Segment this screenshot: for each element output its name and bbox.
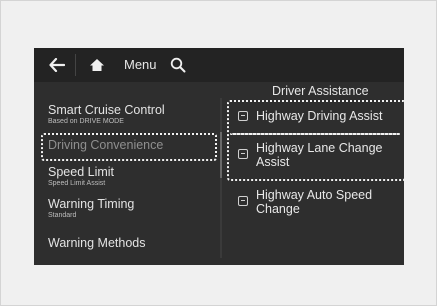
divider — [230, 133, 400, 135]
figure-frame: Menu Driver Assistance Smart Cruise Cont… — [0, 0, 437, 306]
menu-button[interactable]: Menu — [124, 57, 157, 72]
menu-item-sublabel: Standard — [48, 212, 77, 219]
section-title: Driver Assistance — [272, 84, 369, 98]
menu-item-label: Warning Timing — [48, 197, 135, 211]
home-button[interactable] — [82, 48, 112, 82]
menu-item-sublabel: Based on DRIVE MODE — [48, 118, 124, 125]
selected-highlight — [41, 133, 217, 161]
menu-item-warning-timing[interactable]: Warning Timing Standard — [48, 197, 134, 220]
menu-item-speed-limit[interactable]: Speed Limit Speed Limit Assist — [48, 165, 114, 188]
back-button[interactable] — [42, 48, 72, 82]
checkbox[interactable] — [238, 196, 248, 206]
top-bar: Menu — [34, 48, 404, 82]
menu-item-label: Warning Methods — [48, 236, 146, 250]
home-icon — [90, 59, 104, 71]
menu-item-warning-methods[interactable]: Warning Methods — [48, 236, 146, 250]
scrollbar-thumb[interactable] — [220, 132, 222, 178]
search-icon — [170, 57, 186, 73]
menu-item-smart-cruise-control[interactable]: Smart Cruise Control Based on DRIVE MODE — [48, 103, 165, 126]
infotainment-screen: Menu Driver Assistance Smart Cruise Cont… — [34, 48, 404, 265]
highlight-outline — [227, 100, 404, 181]
menu-item-label: Speed Limit — [48, 165, 115, 179]
scrollbar[interactable] — [220, 98, 222, 258]
settings-menu: Smart Cruise Control Based on DRIVE MODE… — [34, 98, 218, 265]
option-label: Highway Auto Speed Change — [256, 188, 373, 216]
menu-item-sublabel: Speed Limit Assist — [48, 180, 106, 187]
menu-item-label: Smart Cruise Control — [48, 103, 165, 117]
search-button[interactable] — [165, 48, 191, 82]
divider — [75, 54, 76, 76]
option-highway-auto-speed-change[interactable]: Highway Auto Speed Change — [238, 188, 398, 218]
arrow-left-icon — [49, 58, 65, 72]
